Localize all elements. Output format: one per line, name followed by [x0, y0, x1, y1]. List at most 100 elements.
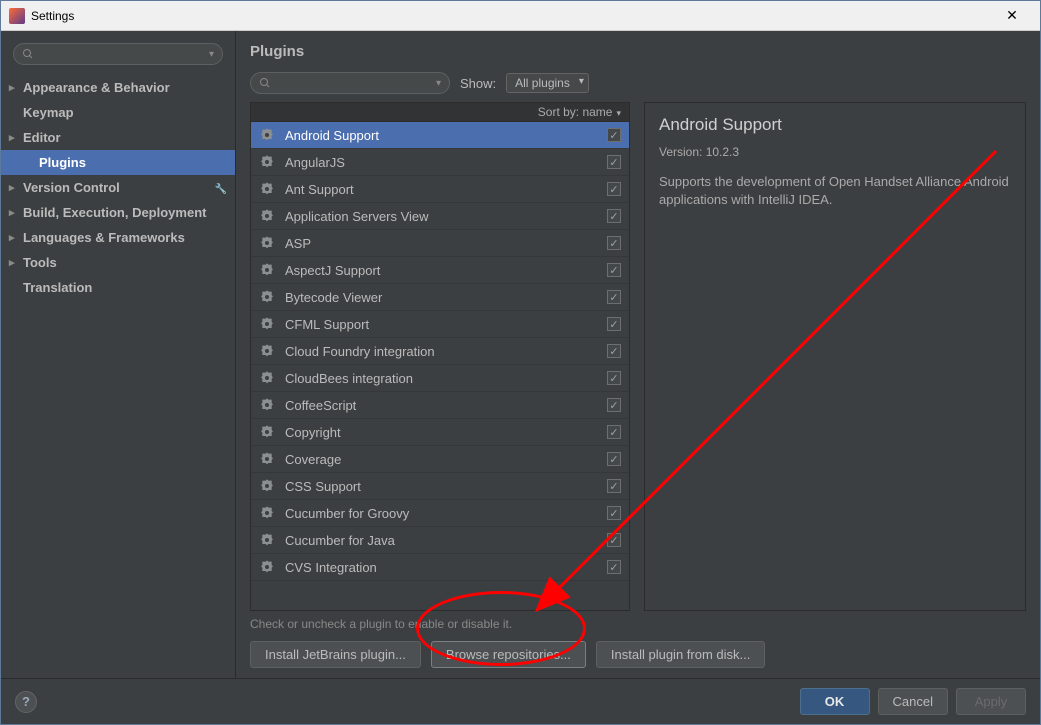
plugin-checkbox[interactable]	[607, 128, 621, 142]
plugin-name: CFML Support	[285, 317, 607, 332]
sidebar-item-build-execution-deployment[interactable]: Build, Execution, Deployment	[1, 200, 235, 225]
detail-version: Version: 10.2.3	[659, 145, 1011, 159]
plugin-row[interactable]: AspectJ Support	[251, 257, 629, 284]
sidebar-search-input[interactable]	[38, 47, 209, 61]
plugin-search-input[interactable]	[275, 76, 436, 90]
plugin-row[interactable]: CSS Support	[251, 473, 629, 500]
plugin-detail-panel: Android Support Version: 10.2.3 Supports…	[644, 102, 1026, 611]
plugin-name: Application Servers View	[285, 209, 607, 224]
plugin-row[interactable]: Ant Support	[251, 176, 629, 203]
plugin-name: CSS Support	[285, 479, 607, 494]
plugin-icon	[259, 289, 275, 305]
plugin-name: Copyright	[285, 425, 607, 440]
install-jetbrains-button[interactable]: Install JetBrains plugin...	[250, 641, 421, 668]
plugin-checkbox[interactable]	[607, 506, 621, 520]
sidebar-item-tools[interactable]: Tools	[1, 250, 235, 275]
plugin-checkbox[interactable]	[607, 452, 621, 466]
plugin-row[interactable]: Cloud Foundry integration	[251, 338, 629, 365]
plugin-row[interactable]: CoffeeScript	[251, 392, 629, 419]
plugin-row[interactable]: Bytecode Viewer	[251, 284, 629, 311]
plugin-icon	[259, 478, 275, 494]
plugin-row[interactable]: Copyright	[251, 419, 629, 446]
plugin-icon	[259, 181, 275, 197]
plugin-row[interactable]: Cucumber for Groovy	[251, 500, 629, 527]
plugin-row[interactable]: CloudBees integration	[251, 365, 629, 392]
filter-dropdown[interactable]: All plugins	[506, 73, 589, 93]
sidebar-item-editor[interactable]: Editor	[1, 125, 235, 150]
footer: ? OK Cancel Apply	[1, 678, 1040, 724]
plugin-row[interactable]: CVS Integration	[251, 554, 629, 581]
plugin-icon	[259, 343, 275, 359]
plugin-name: Coverage	[285, 452, 607, 467]
plugin-name: CoffeeScript	[285, 398, 607, 413]
sidebar-item-version-control[interactable]: Version Control🔧	[1, 175, 235, 200]
plugin-icon	[259, 451, 275, 467]
cancel-button[interactable]: Cancel	[878, 688, 948, 715]
plugin-checkbox[interactable]	[607, 560, 621, 574]
chevron-down-icon: ▾	[436, 78, 441, 89]
plugin-checkbox[interactable]	[607, 398, 621, 412]
app-icon	[9, 8, 25, 24]
plugin-row[interactable]: Application Servers View	[251, 203, 629, 230]
plugin-search[interactable]: ▾	[250, 72, 450, 94]
plugin-checkbox[interactable]	[607, 533, 621, 547]
plugin-name: CloudBees integration	[285, 371, 607, 386]
settings-window: Settings ✕ ▾ Appearance & BehaviorKeymap…	[0, 0, 1041, 725]
plugin-icon	[259, 208, 275, 224]
plugin-name: ASP	[285, 236, 607, 251]
plugin-checkbox[interactable]	[607, 263, 621, 277]
plugin-name: Ant Support	[285, 182, 607, 197]
plugin-area: Sort by: name Android SupportAngularJSAn…	[250, 102, 1026, 611]
plugin-name: CVS Integration	[285, 560, 607, 575]
apply-button[interactable]: Apply	[956, 688, 1026, 715]
plugin-list[interactable]: Android Support AngularJS Ant Support Appli…	[251, 122, 629, 610]
content-area: ▾ Appearance & BehaviorKeymapEditorPlugi…	[1, 31, 1040, 678]
plugin-icon	[259, 154, 275, 170]
sidebar-item-languages-frameworks[interactable]: Languages & Frameworks	[1, 225, 235, 250]
plugin-row[interactable]: Coverage	[251, 446, 629, 473]
main-panel: Plugins ▾ Show: All plugins Sort by: nam…	[236, 31, 1040, 678]
plugin-checkbox[interactable]	[607, 290, 621, 304]
search-icon	[22, 48, 34, 60]
browse-repositories-button[interactable]: Browse repositories...	[431, 641, 586, 668]
plugin-checkbox[interactable]	[607, 479, 621, 493]
plugin-icon	[259, 370, 275, 386]
plugin-name: Cucumber for Java	[285, 533, 607, 548]
plugin-name: AngularJS	[285, 155, 607, 170]
plugin-checkbox[interactable]	[607, 182, 621, 196]
close-icon[interactable]: ✕	[992, 7, 1032, 24]
plugin-checkbox[interactable]	[607, 425, 621, 439]
plugin-checkbox[interactable]	[607, 209, 621, 223]
plugin-row[interactable]: Android Support	[251, 122, 629, 149]
plugin-checkbox[interactable]	[607, 371, 621, 385]
plugin-icon	[259, 424, 275, 440]
plugin-row[interactable]: Cucumber for Java	[251, 527, 629, 554]
plugin-icon	[259, 505, 275, 521]
detail-description: Supports the development of Open Handset…	[659, 173, 1011, 208]
plugin-action-buttons: Install JetBrains plugin... Browse repos…	[250, 641, 1026, 668]
plugin-name: Bytecode Viewer	[285, 290, 607, 305]
plugin-checkbox[interactable]	[607, 344, 621, 358]
sidebar-item-plugins[interactable]: Plugins	[1, 150, 235, 175]
install-from-disk-button[interactable]: Install plugin from disk...	[596, 641, 765, 668]
plugin-row[interactable]: ASP	[251, 230, 629, 257]
sidebar-item-keymap[interactable]: Keymap	[1, 100, 235, 125]
ok-button[interactable]: OK	[800, 688, 870, 715]
plugin-checkbox[interactable]	[607, 317, 621, 331]
window-title: Settings	[31, 9, 992, 23]
sidebar-item-translation[interactable]: Translation	[1, 275, 235, 300]
plugin-name: Cucumber for Groovy	[285, 506, 607, 521]
plugin-icon	[259, 532, 275, 548]
plugin-row[interactable]: AngularJS	[251, 149, 629, 176]
plugin-checkbox[interactable]	[607, 236, 621, 250]
sidebar-search[interactable]: ▾	[13, 43, 223, 65]
plugin-checkbox[interactable]	[607, 155, 621, 169]
sort-toggle[interactable]: Sort by: name	[251, 103, 629, 122]
search-icon	[259, 77, 271, 89]
sidebar-item-appearance-behavior[interactable]: Appearance & Behavior	[1, 75, 235, 100]
sidebar-tree: Appearance & BehaviorKeymapEditorPlugins…	[1, 75, 235, 300]
plugin-row[interactable]: CFML Support	[251, 311, 629, 338]
detail-title: Android Support	[659, 115, 1011, 135]
help-icon[interactable]: ?	[15, 691, 37, 713]
plugin-icon	[259, 559, 275, 575]
